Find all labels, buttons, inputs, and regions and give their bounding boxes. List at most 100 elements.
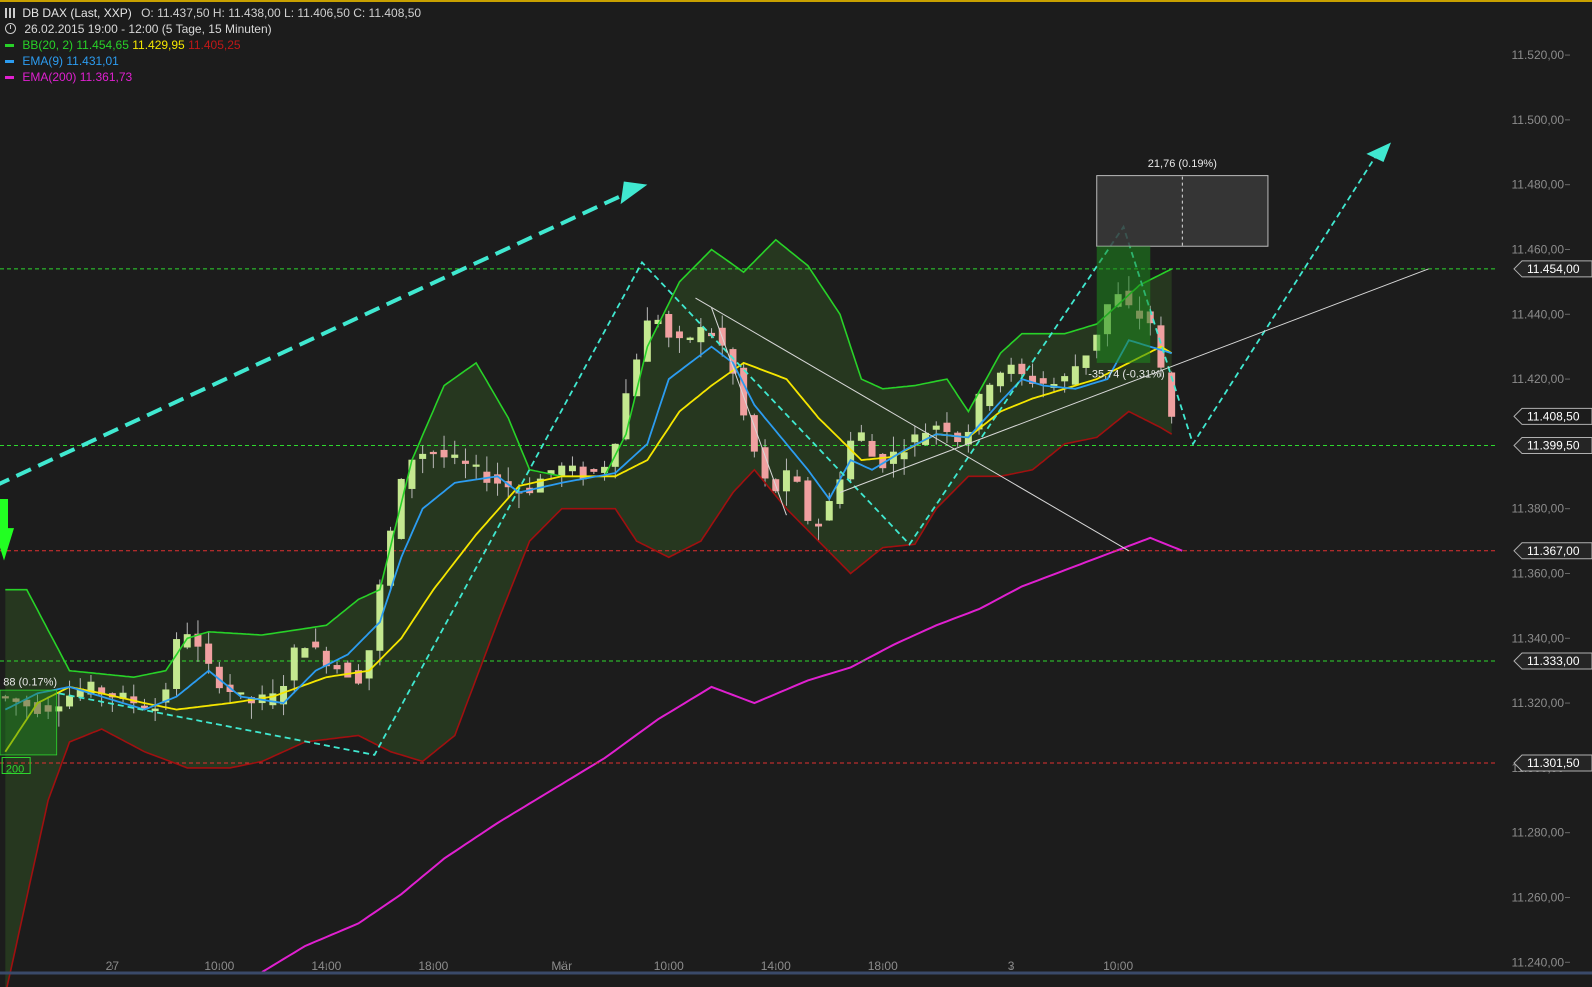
price-level-label: 11.399,50 <box>1527 439 1580 453</box>
candle-body[interactable] <box>66 695 74 707</box>
y-tick-label: 11.480,00 <box>1512 178 1565 192</box>
candle-body[interactable] <box>173 639 181 689</box>
measure-box-gain[interactable] <box>1096 246 1151 363</box>
candle-body[interactable] <box>857 432 865 441</box>
candle-body[interactable] <box>825 501 833 521</box>
candle-body[interactable] <box>804 480 812 521</box>
candle-body[interactable] <box>782 470 790 492</box>
price-level-label: 11.408,50 <box>1527 409 1580 423</box>
candle-body[interactable] <box>697 327 705 343</box>
candle-body[interactable] <box>1071 366 1079 385</box>
ema9-swatch <box>5 60 14 64</box>
candle-body[interactable] <box>996 372 1004 387</box>
candle-body[interactable] <box>472 464 480 467</box>
x-tick-label: 14:00 <box>311 959 341 973</box>
label-200: 200 <box>6 764 24 776</box>
candle-body[interactable] <box>686 337 694 341</box>
instrument-name[interactable]: DB DAX (Last, XXP) <box>22 6 131 20</box>
period-text[interactable]: 26.02.2015 19:00 - 12:00 (5 Tage, 15 Min… <box>24 22 271 36</box>
candle-body[interactable] <box>986 384 994 407</box>
legend-ema9-row[interactable]: EMA(9) 11.431,01 <box>5 53 421 69</box>
y-tick-label: 11.380,00 <box>1512 502 1565 516</box>
candle-body[interactable] <box>815 523 823 527</box>
candle-body[interactable] <box>665 314 673 338</box>
candle-body[interactable] <box>365 650 373 679</box>
bb-upper-value: 11.454,65 <box>76 38 129 52</box>
annotation-up: 21,76 (0.19%) <box>1148 158 1217 170</box>
annotation-down: -35,74 (-0.31%) <box>1088 368 1164 380</box>
price-level-label: 11.333,00 <box>1527 654 1580 668</box>
legend-bb-row[interactable]: BB(20, 2) 11.454,65 11.429,95 11.405,25 <box>5 37 421 53</box>
price-chart[interactable]: 21,76 (0.19%) -35,74 (-0.31%) 88 (0.17%) 20… <box>0 0 1592 987</box>
candle-body[interactable] <box>1007 364 1015 374</box>
candle-body[interactable] <box>868 440 876 457</box>
bollinger-band-layer <box>5 239 1172 987</box>
annotation-left: 88 (0.17%) <box>3 676 57 688</box>
legend-title-row: DB DAX (Last, XXP) O: 11.437,50 H: 11.43… <box>5 5 421 21</box>
candle-body[interactable] <box>590 469 598 472</box>
candle-body[interactable] <box>1039 378 1047 384</box>
x-tick-label: 27 <box>106 959 120 973</box>
candle-body[interactable] <box>793 476 801 482</box>
indicator-lines-layer <box>4 238 1173 987</box>
bb-label: BB(20, 2) <box>22 38 74 52</box>
price-level-label: 11.367,00 <box>1527 544 1580 558</box>
y-tick-label: 11.420,00 <box>1512 372 1565 386</box>
y-tick-label: 11.360,00 <box>1512 566 1565 580</box>
y-tick-label: 11.460,00 <box>1512 242 1565 256</box>
candle-body[interactable] <box>461 460 469 464</box>
ema200-value: 11.361,73 <box>79 70 133 84</box>
x-tick-label: 10:00 <box>204 959 234 973</box>
x-tick-label: 10:00 <box>1103 959 1133 973</box>
candle-body[interactable] <box>558 465 566 476</box>
x-tick-label: 18:00 <box>868 959 898 973</box>
ema9-label: EMA(9) <box>22 54 64 68</box>
candle-body[interactable] <box>301 648 309 658</box>
candle-body[interactable] <box>290 647 298 681</box>
candle-body[interactable] <box>1082 355 1090 368</box>
y-tick-label: 11.340,00 <box>1512 631 1565 645</box>
candle-body[interactable] <box>675 331 683 339</box>
candle-body[interactable] <box>451 454 459 458</box>
x-tick-label: 10:00 <box>654 959 684 973</box>
candle-body[interactable] <box>151 708 159 712</box>
bar-chart-icon <box>5 8 15 18</box>
candle-body[interactable] <box>932 425 940 430</box>
candle-body[interactable] <box>440 449 448 458</box>
clock-icon <box>5 23 16 34</box>
candle-body[interactable] <box>900 452 908 460</box>
ohlc-readout: O: 11.437,50 H: 11.438,00 L: 11.406,50 C… <box>141 6 422 20</box>
candle-body[interactable] <box>568 465 576 472</box>
candle-body[interactable] <box>312 641 320 648</box>
candle-body[interactable] <box>429 451 437 455</box>
candle-body[interactable] <box>1018 363 1026 375</box>
chart-root[interactable]: 21,76 (0.19%) -35,74 (-0.31%) 88 (0.17%) 20… <box>0 0 1592 987</box>
candle-body[interactable] <box>1061 376 1069 382</box>
price-level-label: 11.454,00 <box>1527 262 1580 276</box>
candle-body[interactable] <box>419 453 427 459</box>
x-tick-label: 3 <box>1008 959 1015 973</box>
bb-lower-value: 11.405,25 <box>188 38 241 52</box>
ema200-label: EMA(200) <box>22 70 77 84</box>
bb-fill <box>5 239 1172 987</box>
ema200-swatch <box>5 76 14 80</box>
candle-body[interactable] <box>205 643 213 664</box>
ema9-value: 11.431,01 <box>66 54 119 68</box>
candle-body[interactable] <box>408 459 416 489</box>
measure-box-up[interactable] <box>1096 175 1269 247</box>
bb-swatch <box>5 44 14 48</box>
candle-body[interactable] <box>911 434 919 443</box>
y-tick-label: 11.240,00 <box>1512 955 1565 969</box>
window-top-border <box>0 0 1592 2</box>
y-tick-label: 11.260,00 <box>1512 890 1565 904</box>
projection-arrowhead <box>620 181 648 205</box>
y-tick-label: 11.500,00 <box>1512 113 1565 127</box>
legend-ema200-row[interactable]: EMA(200) 11.361,73 <box>5 69 421 85</box>
y-tick-label: 11.520,00 <box>1512 48 1565 62</box>
y-tick-label: 11.280,00 <box>1512 826 1565 840</box>
candle-body[interactable] <box>333 665 341 670</box>
projection-arrow-line[interactable] <box>0 189 633 486</box>
legend-period-row: 26.02.2015 19:00 - 12:00 (5 Tage, 15 Min… <box>5 21 421 37</box>
measure-box-left[interactable] <box>0 689 58 756</box>
candle-body[interactable] <box>943 422 951 432</box>
